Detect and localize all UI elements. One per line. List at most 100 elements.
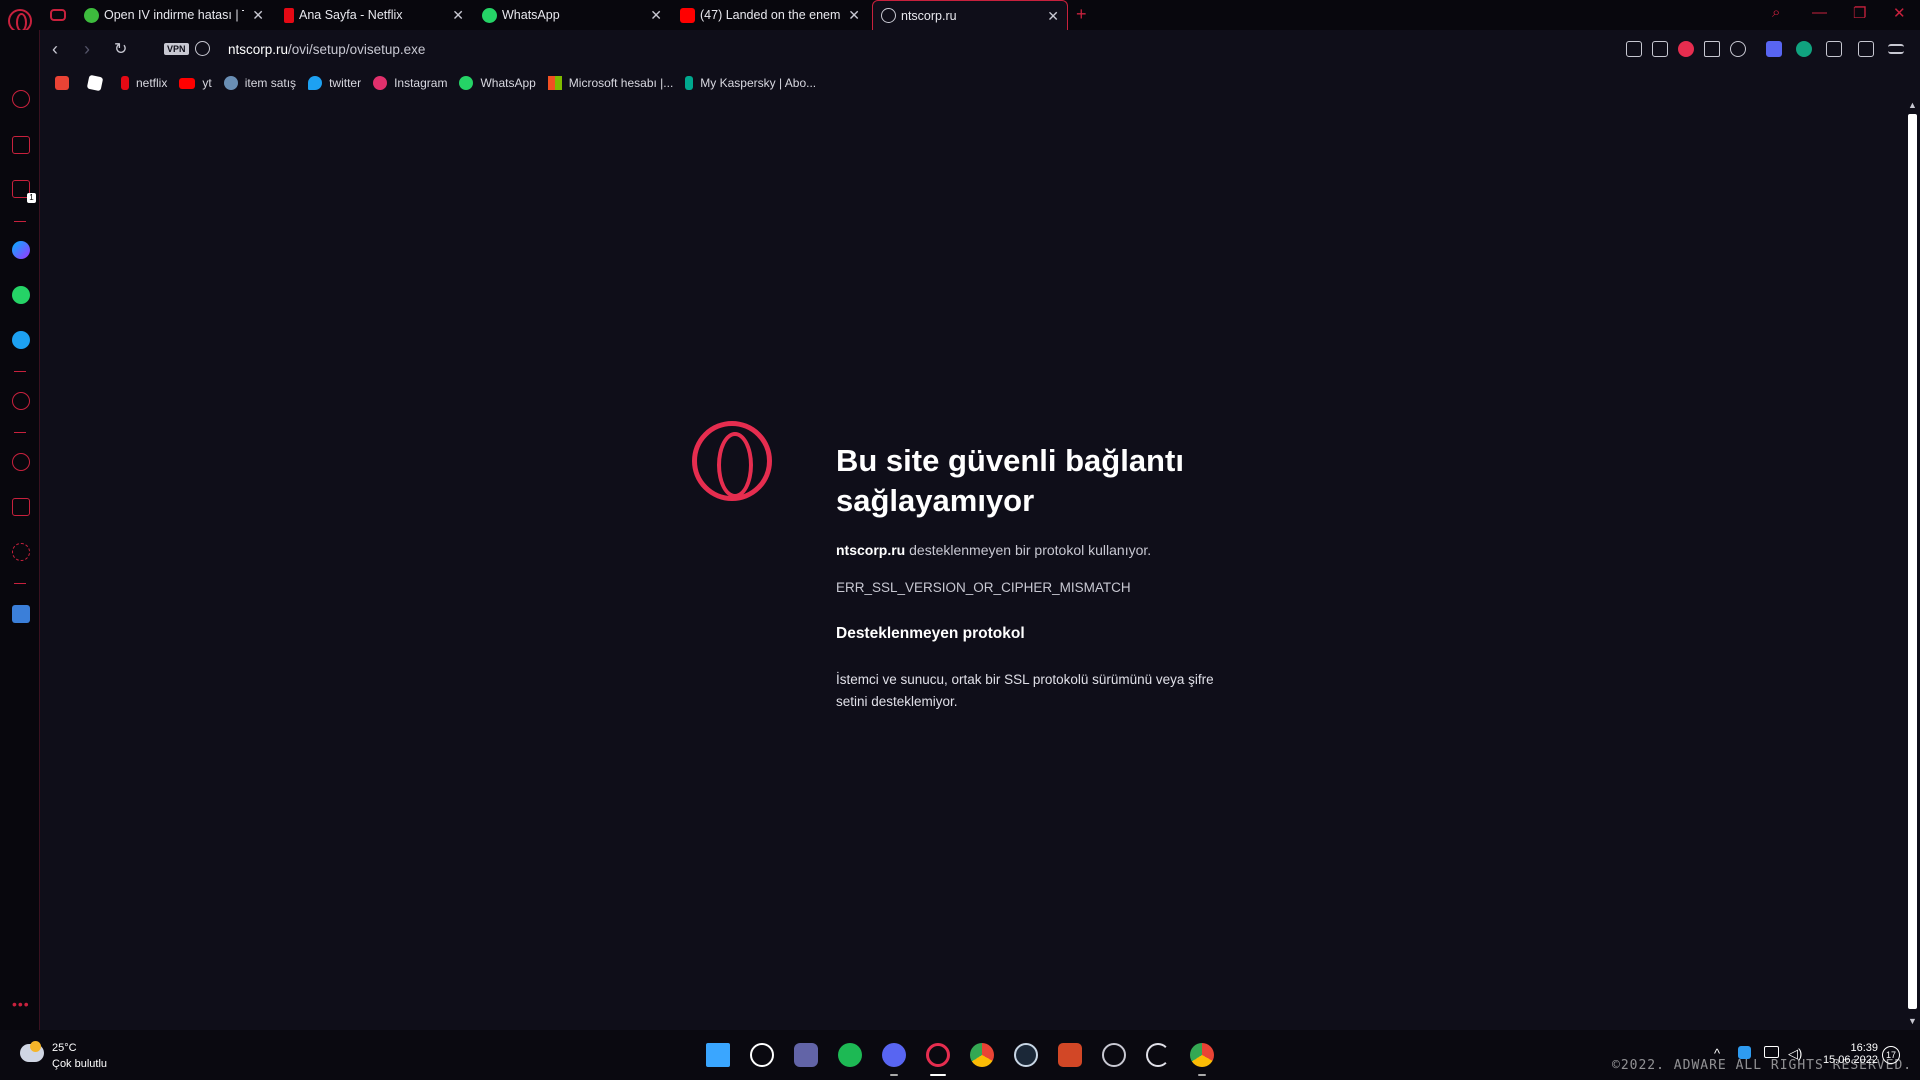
menu-icon[interactable] — [1888, 44, 1904, 54]
vpn-badge[interactable]: VPN — [164, 43, 189, 55]
watermark: ©2022. ADWARE ALL RIGHTS RESERVED. — [1612, 1058, 1913, 1073]
sidebar-separator — [14, 432, 26, 433]
bookmark-item-satis[interactable]: item satış — [223, 76, 296, 90]
twitter-icon[interactable] — [12, 331, 30, 349]
obs-icon[interactable] — [1102, 1043, 1126, 1067]
camera-icon[interactable] — [1652, 41, 1668, 57]
active-indicator — [930, 1074, 946, 1076]
tab-netflix[interactable]: Ana Sayfa - Netflix ✕ — [276, 0, 472, 30]
messenger-icon[interactable] — [12, 241, 30, 259]
sidebar-separator — [14, 583, 26, 584]
back-button[interactable]: ‹ — [52, 39, 58, 60]
weather-temperature[interactable]: 25°C — [52, 1042, 77, 1054]
tab-bar: Open IV indirme hatası | Te ✕ Ana Sayfa … — [0, 0, 1920, 33]
steam-icon[interactable] — [1014, 1043, 1038, 1067]
power-icon — [84, 7, 99, 23]
url-input[interactable]: ntscorp.ru/ovi/setup/ovisetup.exe — [228, 42, 425, 57]
search-tabs-icon[interactable]: ⌕ — [1772, 4, 1780, 21]
restore-button[interactable]: ❐ — [1853, 4, 1866, 22]
close-icon[interactable]: ✕ — [452, 7, 464, 24]
close-window-button[interactable]: ✕ — [1893, 4, 1906, 22]
speed-dial-icon[interactable] — [12, 90, 30, 108]
more-icon[interactable]: ••• — [12, 996, 30, 1012]
spotify-icon[interactable] — [838, 1043, 862, 1067]
youtube-icon — [680, 7, 695, 23]
bookmark-instagram[interactable]: Instagram — [373, 76, 447, 90]
scroll-up-icon[interactable]: ▲ — [1908, 100, 1917, 110]
globe-icon — [881, 8, 896, 23]
history-icon[interactable] — [12, 453, 30, 471]
site-info-icon[interactable] — [195, 41, 210, 56]
send-icon[interactable] — [1704, 41, 1720, 57]
roblox-icon — [86, 74, 104, 92]
kaspersky-icon — [685, 76, 694, 90]
bookmark-gmail[interactable] — [55, 76, 76, 90]
start-button[interactable] — [706, 1043, 730, 1067]
close-icon[interactable]: ✕ — [848, 7, 860, 24]
chrome-profile-icon[interactable] — [1190, 1043, 1214, 1067]
teams-icon[interactable] — [794, 1043, 818, 1067]
discord-icon[interactable] — [882, 1043, 906, 1067]
bookmark-netflix[interactable]: netflix — [121, 76, 167, 90]
close-icon[interactable]: ✕ — [1047, 8, 1059, 25]
cube-icon[interactable] — [12, 498, 30, 516]
running-indicator — [890, 1074, 898, 1076]
app-icon[interactable] — [12, 605, 30, 623]
scrollbar-thumb[interactable] — [1908, 114, 1917, 1009]
microsoft-icon — [547, 76, 562, 90]
error-description: İstemci ve sunucu, ortak bir SSL protoko… — [836, 672, 1214, 709]
opera-logo-icon — [692, 421, 772, 501]
scrollbar[interactable]: ▲ ▼ — [1905, 96, 1920, 1030]
network-icon[interactable] — [1764, 1046, 1779, 1058]
tab-youtube[interactable]: (47) Landed on the enemie ✕ — [672, 0, 868, 30]
instagram-icon — [373, 76, 388, 90]
app-icon[interactable] — [1146, 1043, 1170, 1067]
error-message: ntscorp.ru desteklenmeyen bir protokol k… — [836, 542, 1152, 558]
discord-extension-icon[interactable] — [1766, 41, 1782, 57]
tab-ntscorp[interactable]: ntscorp.ru ✕ — [872, 0, 1068, 30]
minimize-button[interactable]: — — [1812, 4, 1827, 21]
bookmarks-bar: netflix yt item satış twitter Instagram … — [40, 70, 1920, 96]
download-icon[interactable] — [1858, 41, 1874, 57]
reload-button[interactable]: ↻ — [114, 39, 127, 59]
netflix-icon — [284, 7, 294, 23]
edit-icon[interactable] — [1626, 41, 1642, 57]
address-bar: ‹ › ↻ VPN ntscorp.ru/ovi/setup/ovisetup.… — [40, 30, 1920, 70]
search-icon[interactable] — [750, 1043, 774, 1067]
close-icon[interactable]: ✕ — [252, 7, 264, 24]
whatsapp-icon[interactable] — [12, 286, 30, 304]
gmail-icon — [55, 76, 69, 90]
error-code: ERR_SSL_VERSION_OR_CIPHER_MISMATCH — [836, 580, 1131, 595]
youtube-icon — [179, 77, 196, 89]
sidebar-separator — [14, 371, 26, 372]
weather-condition[interactable]: Çok bulutlu — [52, 1058, 107, 1070]
new-tab-button[interactable]: + — [1076, 4, 1087, 25]
tab-whatsapp[interactable]: WhatsApp ✕ — [474, 0, 670, 30]
workspace-icon[interactable] — [50, 9, 66, 21]
forward-button[interactable]: › — [84, 39, 90, 60]
twitter-icon — [308, 76, 323, 90]
cube-icon[interactable] — [1826, 41, 1842, 57]
notification-badge: 1 — [27, 193, 36, 203]
tab-open-iv[interactable]: Open IV indirme hatası | Te ✕ — [76, 0, 272, 30]
extension-a-icon[interactable] — [1796, 41, 1812, 57]
opera-icon[interactable] — [926, 1043, 950, 1067]
error-subtitle: Desteklenmeyen protokol — [836, 625, 1025, 642]
running-indicator — [1198, 1074, 1206, 1076]
close-icon[interactable]: ✕ — [650, 7, 662, 24]
shopping-bag-icon[interactable] — [12, 136, 30, 154]
bookmark-microsoft[interactable]: Microsoft hesabı |... — [547, 76, 673, 90]
scroll-down-icon[interactable]: ▼ — [1908, 1016, 1917, 1026]
heart-icon[interactable] — [1730, 41, 1746, 57]
steam-icon — [223, 76, 238, 90]
bookmark-twitter[interactable]: twitter — [308, 76, 361, 90]
bookmark-roblox[interactable] — [86, 74, 109, 92]
chrome-icon[interactable] — [970, 1043, 994, 1067]
player-icon[interactable] — [12, 392, 30, 410]
powerpoint-icon[interactable] — [1058, 1043, 1082, 1067]
bookmark-kaspersky[interactable]: My Kaspersky | Abo... — [685, 76, 816, 90]
bookmark-yt[interactable]: yt — [179, 76, 212, 90]
bookmark-whatsapp[interactable]: WhatsApp — [459, 76, 536, 90]
adblock-icon[interactable] — [1678, 41, 1694, 57]
settings-icon[interactable] — [12, 543, 30, 561]
